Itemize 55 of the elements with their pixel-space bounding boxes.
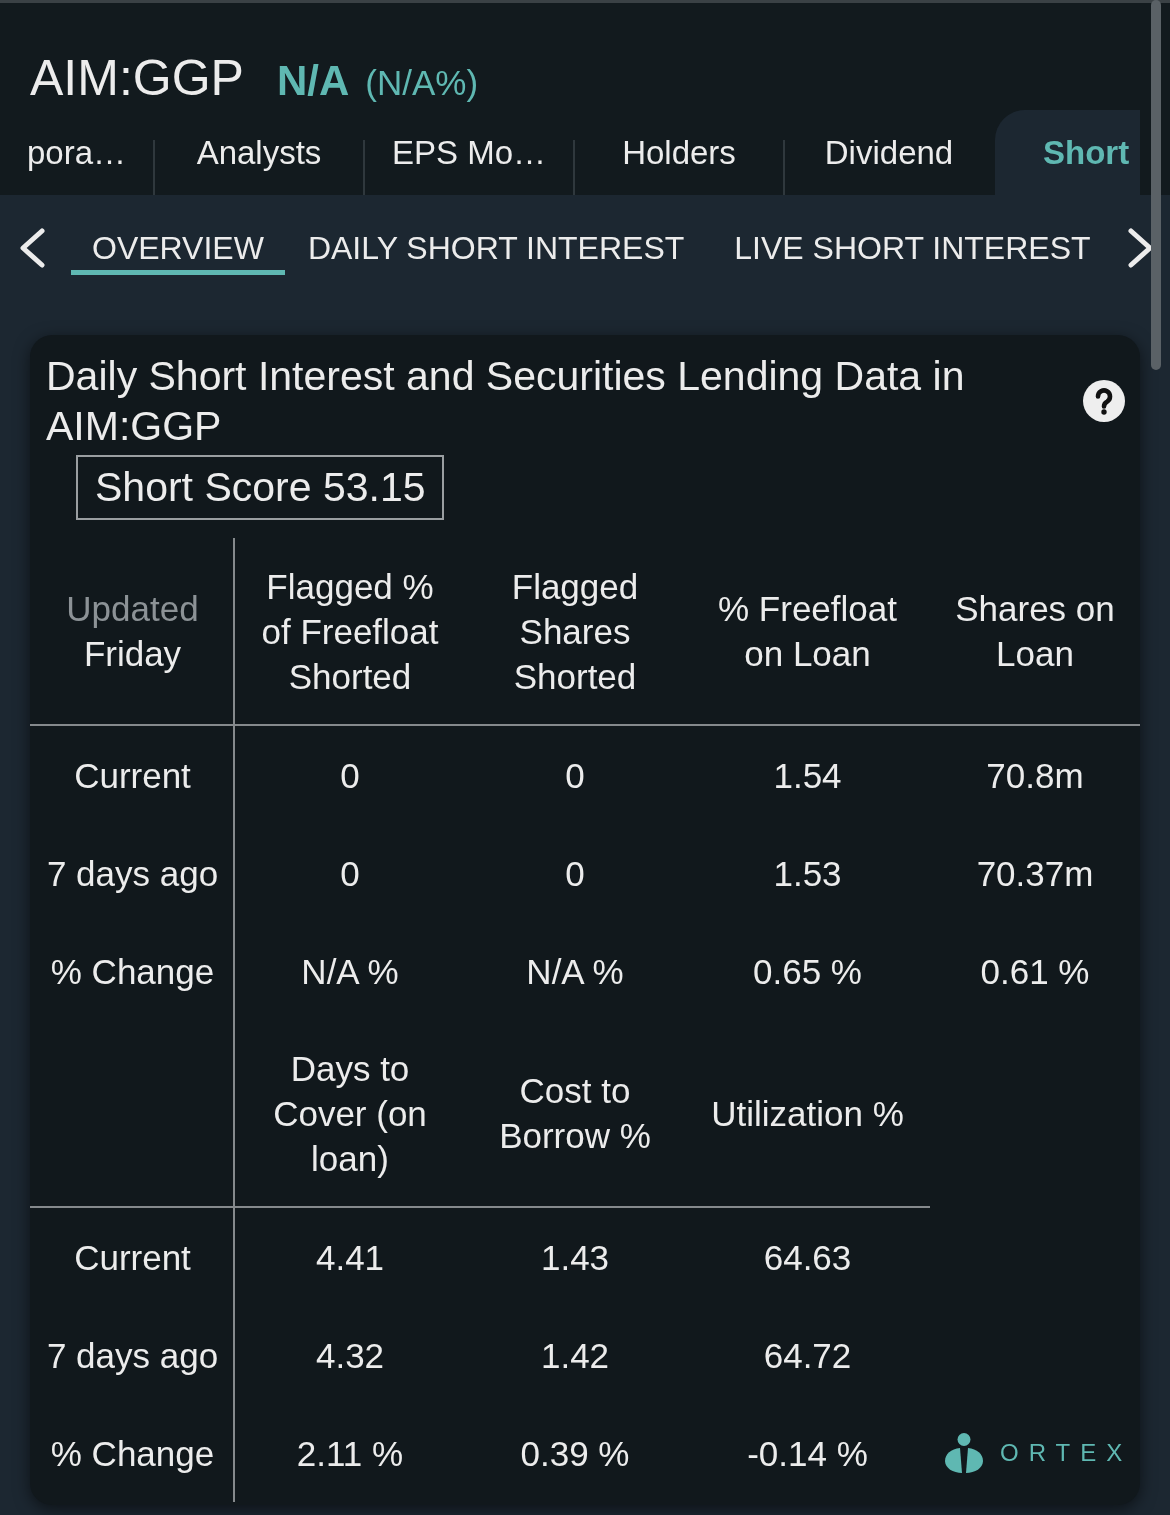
cell-value: 2.11 % <box>296 1432 404 1475</box>
tab[interactable]: Holders <box>575 110 783 195</box>
row-heading: % Change <box>50 1432 215 1475</box>
cell-value: 0.61 % <box>980 950 1090 993</box>
chevron-left-icon[interactable] <box>18 228 46 268</box>
logo-wordmark: ORTEX <box>1000 1438 1133 1468</box>
row-heading: 7 days ago <box>46 852 219 895</box>
cell-value: 1.43 <box>540 1236 610 1279</box>
price-change: N/A <box>276 56 350 106</box>
tab[interactable]: EPS Mo… <box>365 110 573 195</box>
tab[interactable]: pora… <box>0 110 153 195</box>
short-score: Short Score 53.15 <box>76 455 445 520</box>
card-title: Daily Short Interest and Securities Lending Data in AIM:GGP <box>46 352 966 451</box>
row-heading: % Change <box>50 950 215 993</box>
help-icon[interactable] <box>1083 380 1125 422</box>
cell-value: 0 <box>565 754 585 797</box>
column-heading: Utilization % <box>711 1092 904 1135</box>
tab[interactable]: Short <box>995 110 1140 195</box>
column-heading: Flagged % of Freefloat Shorted <box>260 565 440 698</box>
row-heading: Current <box>74 1236 191 1279</box>
cell-value: 0.65 % <box>753 950 862 993</box>
percent-change: (N/A%) <box>365 62 479 104</box>
cell-value: 70.37m <box>976 852 1094 895</box>
cell-value: 1.53 <box>773 852 842 895</box>
cell-value: 0 <box>340 852 360 895</box>
section-tab[interactable]: LIVE SHORT INTEREST <box>713 220 1112 275</box>
cell-value: 1.42 <box>540 1334 610 1377</box>
cell-value: 4.41 <box>315 1236 385 1279</box>
updated-day: Friday <box>83 631 182 676</box>
cell-value: 70.8m <box>986 754 1084 797</box>
column-heading: Flagged Shares Shorted <box>510 565 640 698</box>
section-tab[interactable]: DAILY SHORT INTEREST <box>286 220 706 275</box>
cell-value: -0.14 % <box>747 1432 868 1475</box>
cell-value: 64.63 <box>763 1236 852 1279</box>
cell-value: 4.32 <box>315 1334 385 1377</box>
column-heading: Cost to Borrow % <box>498 1070 652 1157</box>
row-heading: 7 days ago <box>46 1334 219 1377</box>
logo-icon <box>945 1433 983 1473</box>
column-heading: Days to Cover (on loan) <box>272 1047 428 1180</box>
cell-value: N/A % <box>301 950 399 993</box>
cell-value: N/A % <box>526 950 624 993</box>
ticker-symbol: AIM:GGP <box>30 49 244 108</box>
cell-value: 64.72 <box>763 1334 852 1377</box>
row-heading: Current <box>74 754 191 797</box>
section-tab[interactable]: OVERVIEW <box>71 220 285 275</box>
scrollbar-thumb[interactable] <box>1151 0 1161 370</box>
tab[interactable]: Analysts <box>155 110 363 195</box>
cell-value: 0 <box>340 754 360 797</box>
tab[interactable]: Dividend <box>785 110 993 195</box>
cell-value: 0.39 % <box>520 1432 630 1475</box>
cell-value: 1.54 <box>773 754 842 797</box>
column-heading: % Freefloat on Loan <box>717 588 898 675</box>
cell-value: 0 <box>565 852 585 895</box>
updated-label: Updated <box>66 588 199 630</box>
column-heading: Shares on Loan <box>954 588 1116 675</box>
